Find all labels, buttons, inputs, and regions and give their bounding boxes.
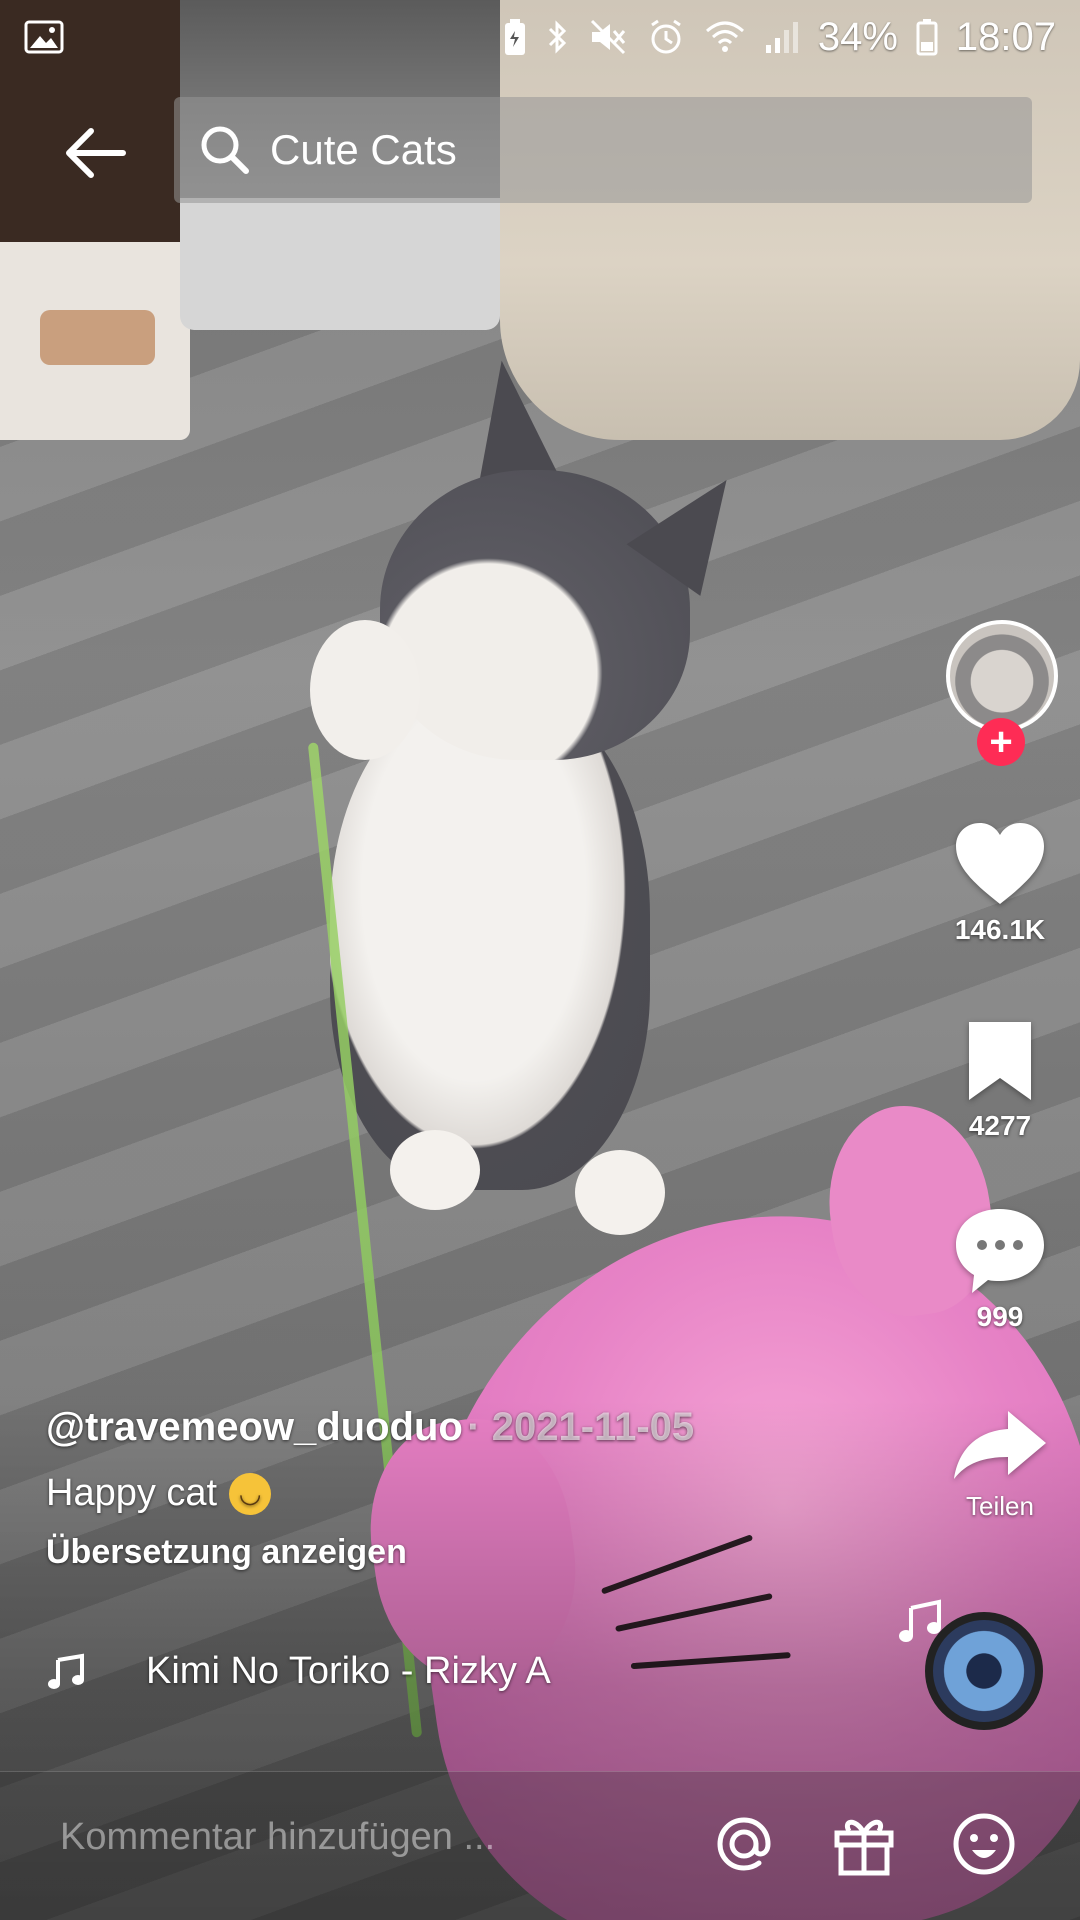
search-query: Cute Cats (270, 126, 457, 173)
plus-icon: + (989, 720, 1013, 764)
share-label: Teilen (966, 1491, 1034, 1521)
bluetooth-icon (546, 17, 570, 57)
battery-percent: 34% (817, 14, 898, 59)
battery-icon (916, 18, 938, 56)
music-note-icon (48, 1653, 84, 1689)
mention-button[interactable] (706, 1806, 782, 1882)
search-bar[interactable]: Cute Cats (174, 97, 1032, 203)
clock-time: 18:07 (955, 14, 1056, 59)
search-icon (201, 126, 249, 174)
like-count: 146.1K (954, 914, 1046, 945)
smiley-icon (953, 1813, 1015, 1875)
music-disc[interactable] (925, 1612, 1043, 1730)
gallery-icon (24, 20, 64, 54)
cat-emoji-icon: ◡ (229, 1472, 272, 1515)
gift-button[interactable] (826, 1806, 902, 1882)
comment-icon (956, 1209, 1044, 1293)
comment-input[interactable]: Kommentar hinzufügen ... (60, 1816, 495, 1859)
comment-button[interactable]: 999 (920, 1205, 1080, 1333)
music-info[interactable]: Kimi No Toriko - Rizky A (46, 1650, 551, 1693)
follow-button[interactable]: + (977, 718, 1025, 766)
like-button[interactable]: 146.1K (920, 820, 1080, 946)
cat-subject (270, 355, 764, 1235)
back-button[interactable] (60, 118, 130, 188)
save-button[interactable]: 4277 (920, 1018, 1080, 1142)
video-caption: @travemeow_duoduo · 2021-11-05 Happy cat… (46, 1405, 746, 1572)
save-count: 4277 (968, 1110, 1032, 1141)
bookmark-icon (969, 1022, 1031, 1100)
translate-link[interactable]: Übersetzung anzeigen (46, 1533, 746, 1572)
post-date: · 2021-11-05 (467, 1405, 695, 1449)
music-track: Kimi No Toriko - Rizky A (146, 1650, 551, 1692)
comment-bar: Kommentar hinzufügen ... (0, 1771, 1080, 1920)
battery-saver-icon (502, 17, 528, 57)
gift-icon (834, 1819, 894, 1876)
share-button[interactable]: Teilen (920, 1405, 1080, 1522)
heart-icon (956, 823, 1044, 904)
status-bar: 34% 18:07 (0, 0, 1080, 74)
caption-text: Happy cat (46, 1472, 218, 1514)
at-sign-icon (717, 1817, 771, 1871)
signal-icon (764, 19, 800, 55)
arrow-left-icon (66, 128, 126, 178)
comment-count: 999 (976, 1301, 1024, 1332)
creator-username[interactable]: @travemeow_duoduo (46, 1405, 463, 1449)
share-arrow-icon (954, 1411, 1046, 1479)
creator-avatar[interactable] (946, 620, 1058, 732)
mute-icon (588, 17, 628, 57)
emoji-button[interactable] (946, 1806, 1022, 1882)
alarm-icon (646, 17, 686, 57)
wifi-icon (704, 19, 746, 55)
